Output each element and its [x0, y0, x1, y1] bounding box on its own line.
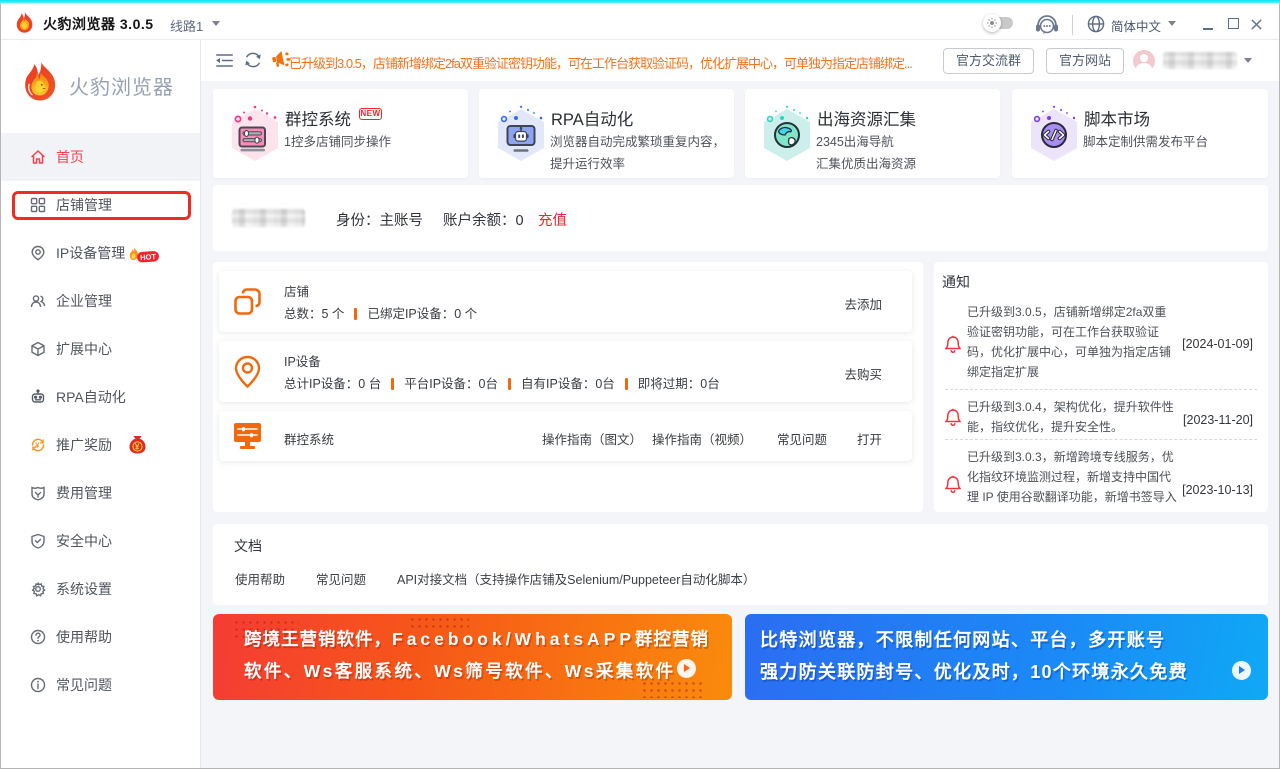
svg-text:HOT: HOT — [140, 252, 157, 262]
svg-text:¥: ¥ — [135, 442, 140, 452]
svg-text:¥: ¥ — [35, 441, 40, 450]
